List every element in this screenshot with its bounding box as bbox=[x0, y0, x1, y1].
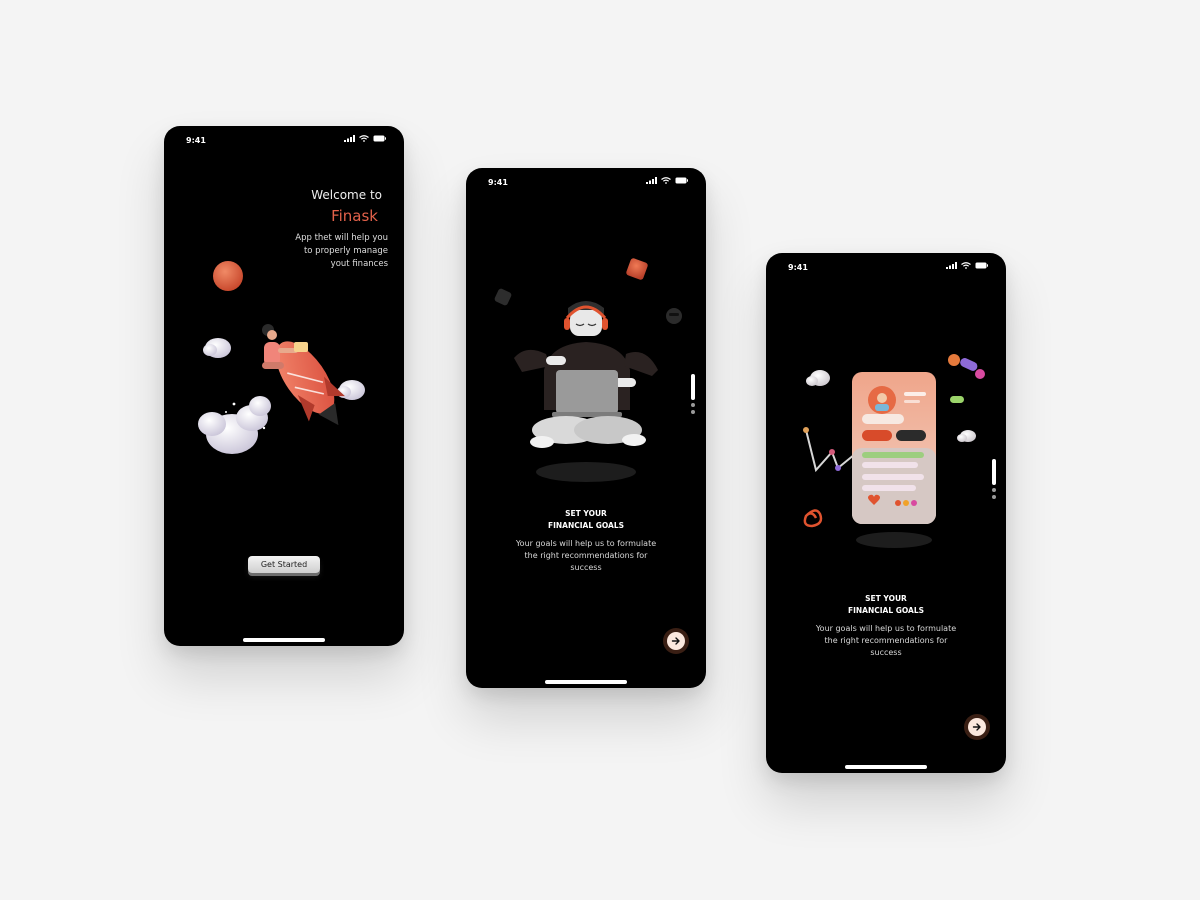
battery-icon bbox=[675, 177, 688, 184]
onboarding-description-line: success bbox=[570, 563, 602, 572]
page-indicator-active bbox=[691, 374, 695, 400]
page-indicator-dot bbox=[691, 410, 695, 414]
status-time: 9:41 bbox=[186, 136, 206, 145]
onboarding-title: SET YOUR FINANCIAL GOALS bbox=[466, 508, 706, 532]
welcome-screen: 9:41 Welcome to Finask App thet will hel… bbox=[164, 126, 404, 646]
onboarding-title-line: SET YOUR bbox=[565, 509, 607, 518]
onboarding-description-line: success bbox=[870, 648, 902, 657]
page-indicator-dot bbox=[992, 488, 996, 492]
status-icons bbox=[646, 177, 688, 184]
next-button-face bbox=[968, 718, 986, 736]
wifi-icon bbox=[359, 135, 369, 142]
onboarding-title-line: SET YOUR bbox=[865, 594, 907, 603]
page-indicator-dot bbox=[691, 403, 695, 407]
page-indicator-dot bbox=[992, 495, 996, 499]
battery-icon bbox=[975, 262, 988, 269]
onboarding-description-line: Your goals will help us to formulate bbox=[815, 624, 957, 633]
status-bar: 9:41 bbox=[466, 168, 706, 198]
page-indicator bbox=[690, 374, 696, 414]
page-indicator-active bbox=[992, 459, 996, 485]
status-bar: 9:41 bbox=[766, 253, 1006, 283]
signal-icon bbox=[344, 135, 355, 142]
next-button-face bbox=[667, 632, 685, 650]
welcome-heading: Welcome to bbox=[311, 188, 382, 202]
get-started-button[interactable]: Get Started bbox=[248, 556, 320, 573]
brand-name: Finask bbox=[331, 207, 378, 225]
signal-icon bbox=[946, 262, 957, 269]
wifi-icon bbox=[661, 177, 671, 184]
page-indicator bbox=[991, 459, 997, 499]
onboarding-description: Your goals will help us to formulate the… bbox=[496, 538, 676, 574]
onboarding-title-line: FINANCIAL GOALS bbox=[547, 521, 625, 530]
status-time: 9:41 bbox=[488, 178, 508, 187]
meditating-person-illustration bbox=[494, 258, 682, 482]
home-indicator bbox=[545, 680, 627, 684]
onboarding-description-line: the right recommendations for bbox=[824, 636, 948, 645]
arrow-right-icon bbox=[671, 637, 680, 645]
status-icons bbox=[946, 262, 988, 269]
status-time: 9:41 bbox=[788, 263, 808, 272]
goals-screen-alt: 9:41 SET YOUR FINANCIAL GOALS Your goals… bbox=[766, 253, 1006, 773]
welcome-description-line: App thet will help you bbox=[295, 233, 388, 243]
next-button[interactable] bbox=[964, 714, 990, 740]
onboarding-description-line: the right recommendations for bbox=[524, 551, 648, 560]
home-indicator bbox=[243, 638, 325, 642]
arrow-right-icon bbox=[972, 723, 981, 731]
status-icons bbox=[344, 135, 386, 142]
finance-app-illustration bbox=[803, 354, 985, 548]
onboarding-description: Your goals will help us to formulate the… bbox=[796, 623, 976, 659]
battery-icon bbox=[373, 135, 386, 142]
onboarding-description-line: Your goals will help us to formulate bbox=[515, 539, 657, 548]
signal-icon bbox=[646, 177, 657, 184]
home-indicator bbox=[845, 765, 927, 769]
goals-screen: 9:41 SET YOUR FINANCIAL GOALS Your goals… bbox=[466, 168, 706, 688]
rocket-illustration bbox=[198, 261, 365, 454]
onboarding-title: SET YOUR FINANCIAL GOALS bbox=[766, 593, 1006, 617]
status-bar: 9:41 bbox=[164, 126, 404, 156]
onboarding-title-line: FINANCIAL GOALS bbox=[847, 606, 925, 615]
next-button[interactable] bbox=[663, 628, 689, 654]
wifi-icon bbox=[961, 262, 971, 269]
